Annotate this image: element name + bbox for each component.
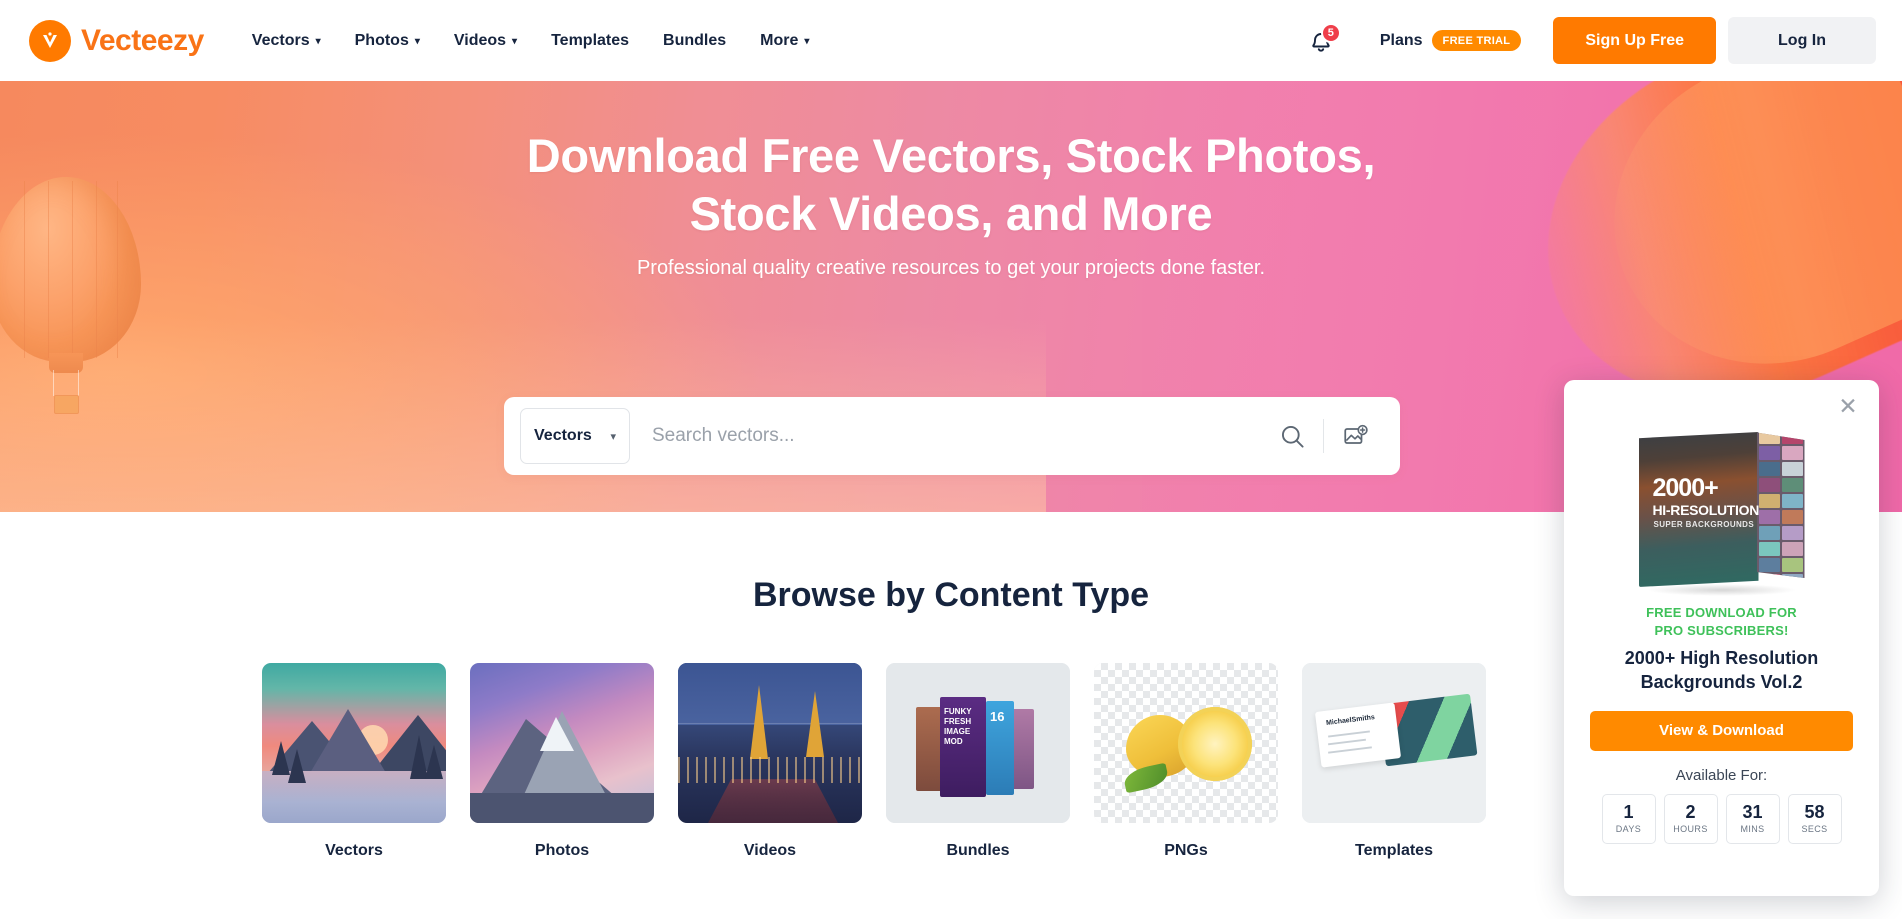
card-thumbnail xyxy=(470,663,654,823)
product-box-line-1: 2000+ xyxy=(1652,474,1719,502)
header-actions: 5 Plans FREE TRIAL Sign Up Free Log In xyxy=(1308,17,1876,64)
card-label: Videos xyxy=(743,842,797,859)
countdown-value: 2 xyxy=(1685,802,1696,823)
site-header: Vecteezy Vectors ▾ Photos ▾ Videos ▾ Tem… xyxy=(0,0,1902,81)
countdown-secs: 58 SECS xyxy=(1787,793,1842,844)
card-label: PNGs xyxy=(1164,842,1208,859)
nav-item-photos[interactable]: Photos ▾ xyxy=(355,32,420,50)
content-type-card-templates[interactable]: MichaelSmiths Templates xyxy=(1302,663,1486,860)
vecteezy-logo-icon xyxy=(29,19,71,62)
search-icon xyxy=(1281,425,1304,448)
search-category-value: Vectors xyxy=(534,427,592,444)
promo-product-image: 2000+ HI-RESOLUTION SUPER BACKGROUNDS xyxy=(1590,424,1853,596)
card-thumbnail: FUNKY FRESH IMAGE MOD 16 xyxy=(886,663,1070,823)
main-nav: Vectors ▾ Photos ▾ Videos ▾ Templates Bu… xyxy=(252,32,810,50)
countdown-unit: MINS xyxy=(1740,824,1765,835)
product-box-shadow xyxy=(1646,584,1797,596)
card-label: Templates xyxy=(1355,842,1433,859)
content-type-card-videos[interactable]: Videos xyxy=(678,663,862,860)
nav-item-bundles[interactable]: Bundles xyxy=(663,32,726,50)
content-type-card-pngs[interactable]: PNGs xyxy=(1094,663,1278,860)
search-divider xyxy=(1323,419,1324,453)
search-input[interactable] xyxy=(652,425,1269,447)
card-thumbnail: MichaelSmiths xyxy=(1302,663,1486,823)
close-icon[interactable]: ✕ xyxy=(1835,394,1861,420)
promo-heading: 2000+ High Resolution Backgrounds Vol.2 xyxy=(1624,648,1819,692)
nav-label: More xyxy=(760,31,799,49)
search-submit-button[interactable] xyxy=(1269,413,1315,459)
hero-title-line-2: Stock Videos, and More xyxy=(689,186,1213,240)
card-thumbnail xyxy=(262,663,446,823)
content-type-card-photos[interactable]: Photos xyxy=(470,663,654,860)
search-category-dropdown[interactable]: Vectors ▾ xyxy=(520,408,630,464)
countdown-value: 31 xyxy=(1742,802,1763,823)
plans-label: Plans xyxy=(1379,31,1423,49)
card-thumbnail xyxy=(1094,663,1278,823)
product-box-side-thumbnails xyxy=(1756,432,1805,578)
hero-subtitle: Professional quality creative resources … xyxy=(636,256,1266,279)
logo-text: Vecteezy xyxy=(81,23,204,57)
chevron-down-icon: ▾ xyxy=(414,35,420,47)
card-label: Vectors xyxy=(325,842,383,859)
countdown-unit: HOURS xyxy=(1673,824,1708,835)
product-box-line-2: HI-RESOLUTION xyxy=(1652,502,1760,518)
nav-label: Bundles xyxy=(663,31,727,49)
countdown-value: 1 xyxy=(1623,802,1634,823)
balloon-basket xyxy=(54,395,79,414)
countdown-days: 1 DAYS xyxy=(1601,793,1656,844)
countdown-unit: DAYS xyxy=(1615,824,1642,835)
nav-label: Videos xyxy=(453,31,507,49)
promo-eyebrow-line-2: PRO SUBSCRIBERS! xyxy=(1654,622,1789,638)
promo-available-label: Available For: xyxy=(1675,766,1768,784)
chevron-down-icon: ▾ xyxy=(610,430,616,443)
card-label: Bundles xyxy=(946,842,1010,859)
promo-modal: ✕ 2000+ HI-RESOLUTION SUPER BACKGROUNDS xyxy=(1564,380,1879,896)
search-bar: Vectors ▾ xyxy=(504,397,1400,475)
card-thumbnail xyxy=(678,663,862,823)
chevron-down-icon: ▾ xyxy=(315,35,321,47)
content-type-card-vectors[interactable]: Vectors xyxy=(262,663,446,860)
free-trial-badge: FREE TRIAL xyxy=(1431,30,1522,51)
countdown-mins: 31 MINS xyxy=(1725,793,1780,844)
hero-content: Download Free Vectors, Stock Photos, Sto… xyxy=(0,81,1902,280)
countdown-timer: 1 DAYS 2 HOURS 31 MINS 58 SECS xyxy=(1590,793,1853,844)
hero-title-line-1: Download Free Vectors, Stock Photos, xyxy=(526,129,1376,182)
product-box-graphic: 2000+ HI-RESOLUTION SUPER BACKGROUNDS xyxy=(1638,428,1805,596)
nav-item-videos[interactable]: Videos ▾ xyxy=(454,32,517,50)
balloon-ropes xyxy=(53,370,79,396)
content-type-card-bundles[interactable]: FUNKY FRESH IMAGE MOD 16 Bundles xyxy=(886,663,1070,860)
promo-eyebrow-line-1: FREE DOWNLOAD FOR xyxy=(1646,605,1797,620)
logo[interactable]: Vecteezy xyxy=(29,19,204,62)
nav-item-more[interactable]: More ▾ xyxy=(760,32,809,50)
page-title: Download Free Vectors, Stock Photos, Sto… xyxy=(0,127,1902,243)
chevron-down-icon: ▾ xyxy=(512,35,518,47)
notifications-button[interactable]: 5 xyxy=(1308,22,1342,58)
countdown-value: 58 xyxy=(1804,802,1825,823)
countdown-hours: 2 HOURS xyxy=(1663,793,1718,844)
card-label: Photos xyxy=(534,842,590,859)
search-actions xyxy=(1269,413,1378,459)
plans-link[interactable]: Plans FREE TRIAL xyxy=(1379,30,1522,51)
view-and-download-button[interactable]: View & Download xyxy=(1590,710,1853,751)
log-in-button[interactable]: Log In xyxy=(1728,17,1876,64)
nav-item-templates[interactable]: Templates xyxy=(551,32,629,50)
nav-label: Photos xyxy=(354,31,409,49)
chevron-down-icon: ▾ xyxy=(804,35,810,47)
content-type-card-list: Vectors Photos Videos FUNKY FRESH IMAGE … xyxy=(262,663,1486,860)
image-search-icon xyxy=(1344,424,1368,444)
product-box-line-3: SUPER BACKGROUNDS xyxy=(1653,520,1755,529)
notification-count-badge: 5 xyxy=(1320,22,1341,43)
countdown-unit: SECS xyxy=(1801,824,1828,835)
nav-item-vectors[interactable]: Vectors ▾ xyxy=(252,32,321,50)
nav-label: Templates xyxy=(551,31,630,49)
sign-up-button[interactable]: Sign Up Free xyxy=(1553,17,1717,64)
promo-eyebrow: FREE DOWNLOAD FOR PRO SUBSCRIBERS! xyxy=(1590,604,1853,639)
image-search-button[interactable] xyxy=(1332,413,1378,459)
nav-label: Vectors xyxy=(251,31,310,49)
